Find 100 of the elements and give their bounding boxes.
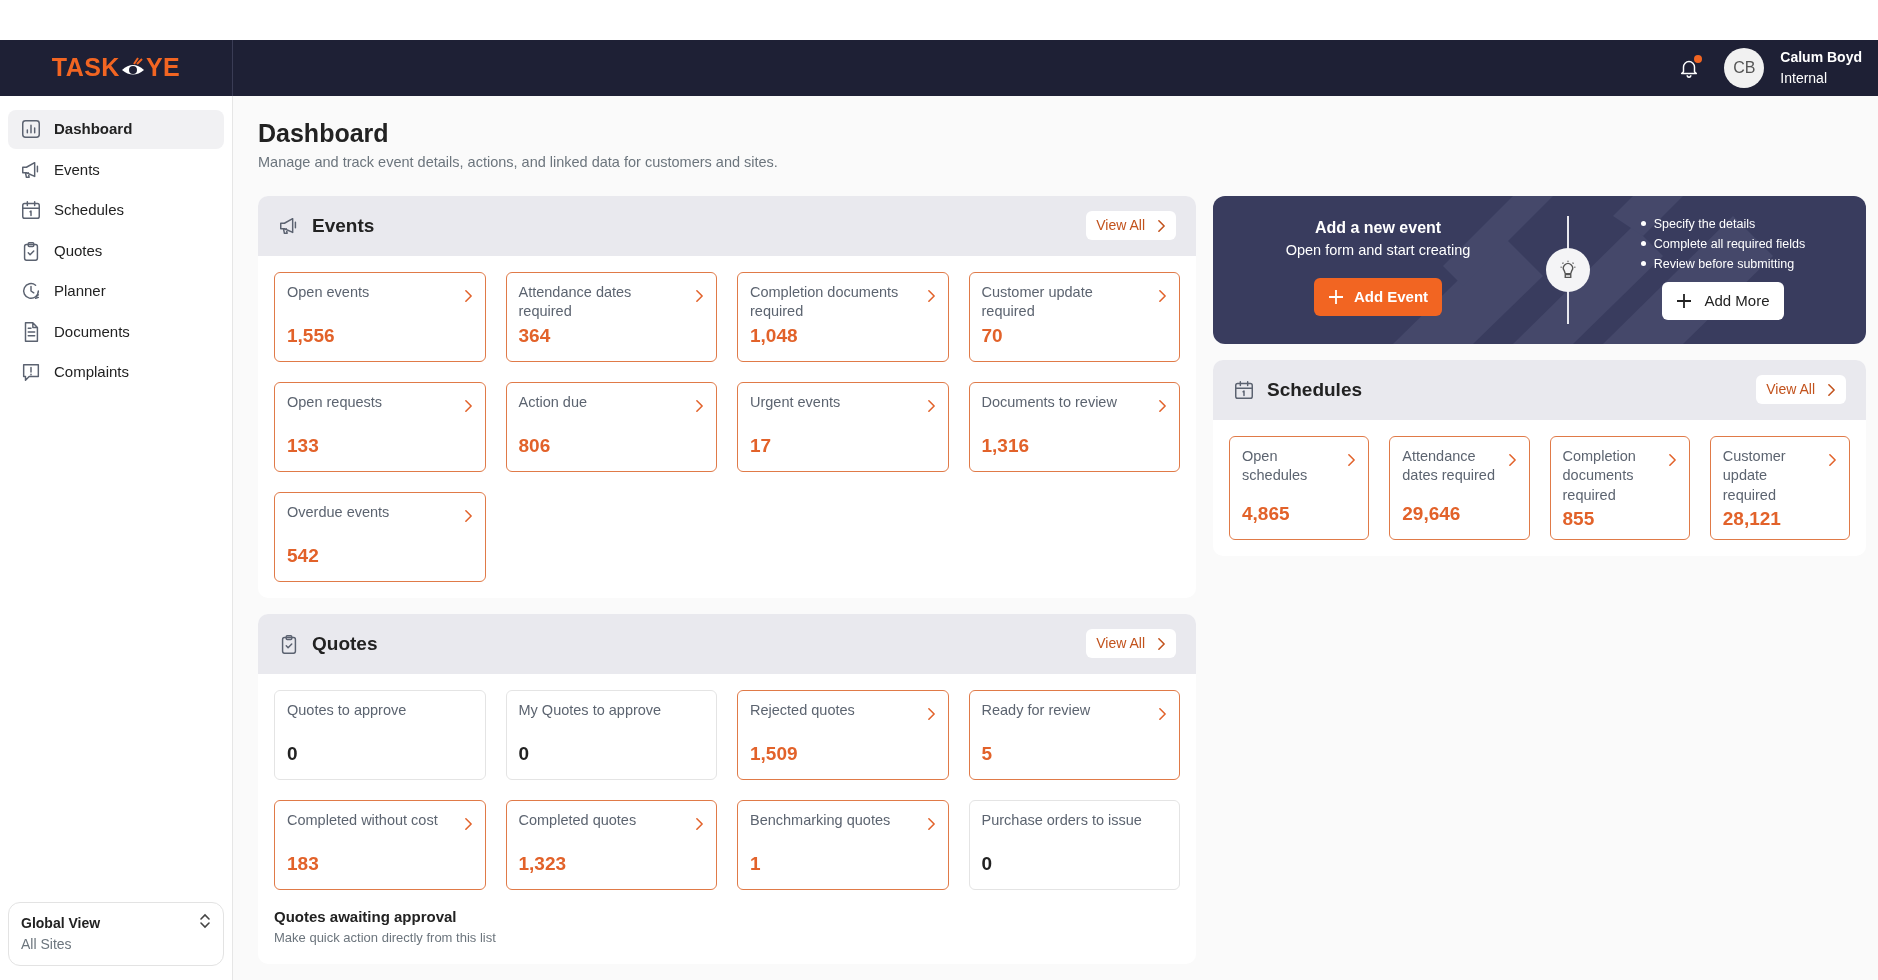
stat-value: 0 [287,742,299,767]
chevron-right-icon [463,398,473,413]
section-title: Quotes awaiting approval [274,906,458,927]
stat-label: Quotes to approve [287,700,407,720]
sidebar-item[interactable]: Quotes [8,231,224,270]
chevron-right-icon [1667,452,1677,467]
stat-card[interactable]: Attendance dates required 29,646 [1389,435,1530,540]
chart-icon [20,118,42,141]
stat-card[interactable]: Open schedules 4,865 [1229,435,1370,540]
stat-value: 1,323 [518,852,568,877]
sidebar-item[interactable]: Complaints [8,353,224,392]
chevron-right-icon [1347,452,1357,467]
stat-label: Customer update required [1722,446,1787,505]
stat-value: 1,316 [981,434,1031,459]
sidebar-item[interactable]: Dashboard [8,110,224,149]
stat-label: Completed quotes [518,810,637,830]
stat-card[interactable]: Documents to review 1,316 [968,381,1180,472]
stat-value: 4,865 [1242,502,1291,527]
stat-card[interactable]: Attendance dates required 364 [505,271,717,362]
stat-label: Completion documents required [1562,446,1637,505]
panel-title: Schedules [1267,377,1363,402]
speech-bubble-alert-icon [20,361,42,384]
stat-card[interactable]: Open requests 133 [274,381,486,472]
sidebar-item[interactable]: Planner [8,272,224,311]
page-subtitle: Manage and track event details, actions, and linked data for customers and sites. [258,153,779,172]
stat-card[interactable]: Ready for review 5 [968,689,1180,780]
stat-value: 1 [750,852,762,877]
stat-value: 28,121 [1722,507,1782,532]
chevron-right-icon [1157,636,1166,651]
view-all-button[interactable]: View All [1086,629,1176,659]
chevron-right-icon [463,508,473,523]
sidebar-item[interactable]: Schedules [8,191,224,230]
scope-subtitle: All Sites [21,935,73,954]
tip-text: Review before submitting [1653,255,1795,273]
user-role: Internal [1780,69,1828,88]
section-subtitle: Make quick action directly from this list [274,929,497,948]
chevron-right-icon [695,816,704,831]
view-all-button[interactable]: View All [1086,211,1176,241]
stat-card[interactable]: Completed quotes 1,323 [505,799,717,890]
stat-label: Customer update required [981,282,1094,322]
stat-value: 806 [518,434,552,459]
tip-text: Specify the details [1653,215,1756,233]
sidebar-item[interactable]: Documents [8,312,224,351]
stat-value: 29,646 [1402,502,1462,527]
stat-label: Urgent events [750,392,841,412]
chevron-right-icon [1157,218,1166,233]
stat-value: 1,509 [750,742,799,767]
stat-label: Completion documents required [750,282,900,322]
chevron-right-icon [1507,452,1517,467]
bullet-icon [1640,241,1646,247]
up-down-chevron-icon [199,913,211,929]
logo-text: TASK [51,52,120,84]
stat-value: 364 [518,324,552,349]
stat-label: Open requests [287,392,383,412]
chevron-right-icon [1158,398,1167,413]
scope-title: Global View [21,914,101,933]
sidebar-item[interactable]: Events [8,150,224,189]
calendar-icon [20,199,42,222]
stat-card[interactable]: Completed without cost 183 [274,799,486,890]
chevron-right-icon [1828,452,1837,467]
scope-selector[interactable]: Global View All Sites [8,902,224,966]
stat-value: 70 [981,324,1004,349]
notifications-button[interactable] [1678,57,1701,79]
chevron-right-icon [926,288,936,303]
promo-subtitle: Open form and start creating [1285,240,1471,260]
stat-card[interactable]: Action due 806 [505,381,717,472]
stat-label: Overdue events [287,502,390,522]
stat-card[interactable]: Open events 1,556 [274,271,486,362]
calendar-icon [1233,378,1255,401]
stat-value: 0 [981,852,994,877]
stat-value: 17 [750,434,773,459]
stat-label: My Quotes to approve [518,700,662,720]
view-all-button[interactable]: View All [1756,375,1846,405]
stat-card[interactable]: Completion documents required 855 [1549,435,1690,540]
user-avatar[interactable]: CB [1724,48,1765,88]
stat-label: Attendance dates required [1402,446,1496,486]
stat-label: Completed without cost [287,810,438,830]
stat-value: 1,556 [287,324,336,349]
stat-label: Purchase orders to issue [981,810,1142,830]
stat-card[interactable]: Customer update required 28,121 [1709,435,1850,540]
stat-card[interactable]: Completion documents required 1,048 [737,271,949,362]
chevron-right-icon [463,288,473,303]
plus-icon [1327,288,1344,305]
stat-label: Rejected quotes [750,700,855,720]
stat-card[interactable]: Rejected quotes 1,509 [737,689,949,780]
panel-title: Quotes [312,631,378,656]
stat-card[interactable]: Overdue events 542 [274,491,486,582]
stat-label: Documents to review [981,392,1117,412]
logo-text: YE [145,52,181,84]
stat-card[interactable]: Benchmarking quotes 1 [737,799,949,890]
user-name: Calum Boyd [1780,48,1862,67]
stat-card[interactable]: Customer update required 70 [968,271,1180,362]
stat-card[interactable]: Urgent events 17 [737,381,949,472]
chevron-right-icon [1158,706,1167,721]
stat-value: 5 [981,742,994,767]
add-more-button[interactable]: Add More [1662,281,1784,321]
chevron-right-icon [463,816,473,831]
stat-label: Attendance dates required [518,282,633,322]
chevron-right-icon [695,398,704,413]
stat-value: 183 [287,852,320,877]
